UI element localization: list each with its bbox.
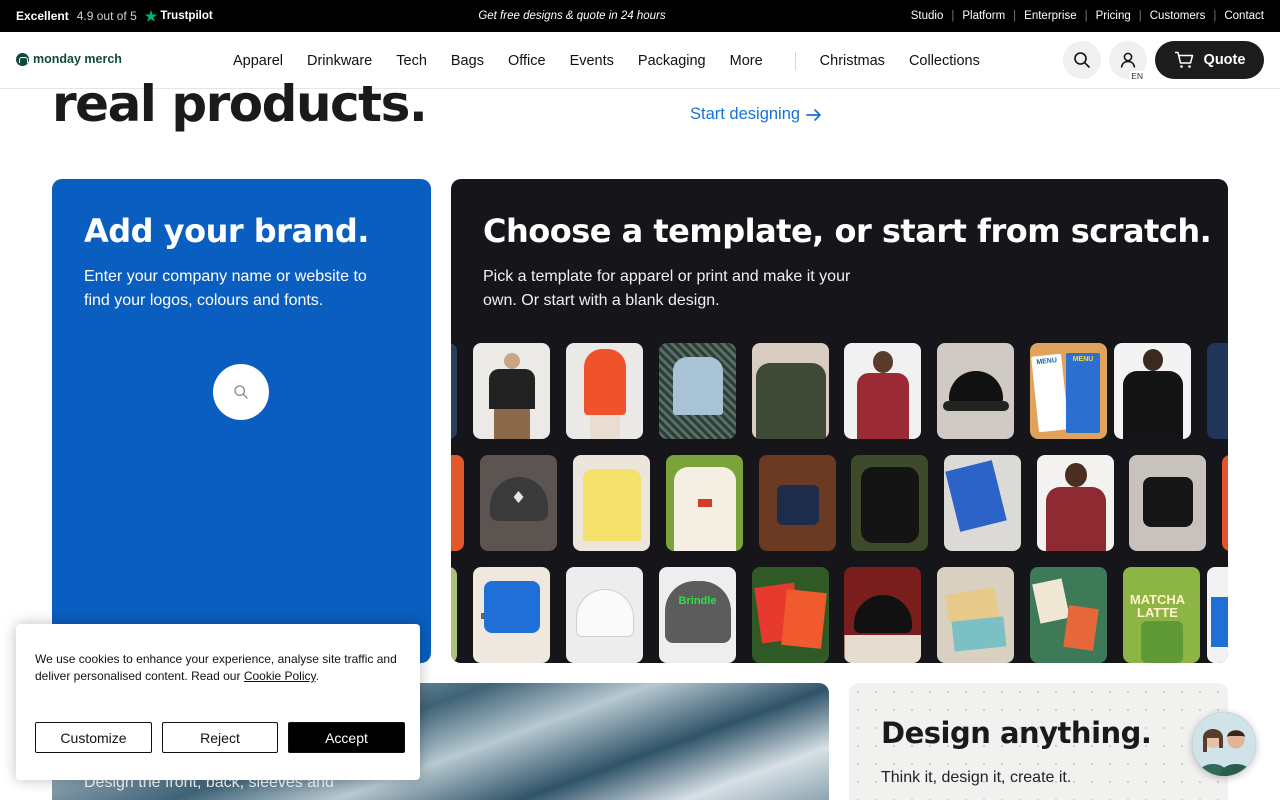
chat-support-button[interactable] xyxy=(1192,712,1256,776)
top-link-pricing[interactable]: Pricing xyxy=(1096,10,1131,22)
template-tile[interactable] xyxy=(1129,455,1206,551)
quote-button[interactable]: Quote xyxy=(1155,41,1264,79)
template-tile[interactable] xyxy=(451,343,457,439)
template-tile[interactable] xyxy=(659,343,736,439)
template-tile[interactable]: Brindle xyxy=(659,567,736,663)
brindle-print: Brindle xyxy=(678,595,717,607)
nav-item-tech[interactable]: Tech xyxy=(396,53,427,69)
add-brand-title: Add your brand. xyxy=(84,212,369,250)
template-tile[interactable] xyxy=(451,455,464,551)
template-text: Pick a template for apparel or print and… xyxy=(483,268,851,309)
logo[interactable]: monday merch xyxy=(16,52,122,66)
template-tile[interactable] xyxy=(666,455,743,551)
cookie-message-text: We use cookies to enhance your experienc… xyxy=(35,652,397,683)
hero-title: real products. xyxy=(52,75,428,133)
menu-print: MENU xyxy=(1036,357,1058,367)
cookie-policy-link[interactable]: Cookie Policy xyxy=(244,669,316,683)
template-tile[interactable] xyxy=(473,567,550,663)
search-button[interactable] xyxy=(1063,41,1101,79)
search-icon xyxy=(1074,52,1090,68)
language-badge[interactable]: EN xyxy=(1129,71,1145,81)
add-brand-text: Enter your company name or website to fi… xyxy=(84,268,367,309)
quote-label: Quote xyxy=(1203,52,1246,68)
cookie-reject-button[interactable]: Reject xyxy=(162,722,278,753)
nav-item-bags[interactable]: Bags xyxy=(451,53,484,69)
logo-mark-icon xyxy=(16,52,29,66)
template-tile[interactable] xyxy=(573,455,650,551)
nav-item-office[interactable]: Office xyxy=(508,53,546,69)
top-link-enterprise[interactable]: Enterprise xyxy=(1024,10,1076,22)
matcha-latte-print: MATCHA LATTE xyxy=(1129,592,1186,620)
template-tile[interactable] xyxy=(844,567,921,663)
arrow-right-icon xyxy=(806,108,821,121)
search-icon xyxy=(234,385,248,399)
support-agents-avatar-icon xyxy=(1192,712,1256,776)
account-button[interactable]: EN xyxy=(1109,41,1147,81)
start-designing-label: Start designing xyxy=(690,105,801,123)
template-tile[interactable] xyxy=(1030,567,1107,663)
cart-icon xyxy=(1174,51,1193,68)
nav-item-drinkware[interactable]: Drinkware xyxy=(307,53,372,69)
template-tile[interactable] xyxy=(851,455,928,551)
top-link-platform[interactable]: Platform xyxy=(962,10,1005,22)
template-tile[interactable] xyxy=(451,567,457,663)
top-link-contact[interactable]: Contact xyxy=(1224,10,1264,22)
announcement-bar: Excellent 4.9 out of 5 ★ Trustpilot Get … xyxy=(0,0,1280,32)
nav-divider xyxy=(794,51,796,70)
nav-item-packaging[interactable]: Packaging xyxy=(638,53,706,69)
nav-item-christmas[interactable]: Christmas xyxy=(820,53,885,69)
nav-item-collections[interactable]: Collections xyxy=(909,53,980,69)
start-designing-link[interactable]: Start designing xyxy=(690,105,822,124)
template-tile[interactable]: MENU MENU xyxy=(1030,343,1107,439)
template-title: Choose a template, or start from scratch… xyxy=(483,212,1212,250)
user-icon xyxy=(1120,52,1136,68)
template-tile[interactable] xyxy=(759,455,836,551)
template-tile[interactable] xyxy=(937,343,1014,439)
template-tile[interactable] xyxy=(473,343,550,439)
brand-search-button[interactable] xyxy=(213,364,269,420)
design-anything-text: Think it, design it, create it. xyxy=(881,769,1072,786)
nav-item-more[interactable]: More xyxy=(730,53,763,69)
template-card: Choose a template, or start from scratch… xyxy=(451,179,1228,663)
design-anything-title: Design anything. xyxy=(881,716,1152,750)
template-tile[interactable] xyxy=(1207,343,1228,439)
cookie-accept-button[interactable]: Accept xyxy=(288,722,405,753)
template-tile[interactable] xyxy=(844,343,921,439)
template-tile[interactable] xyxy=(1207,567,1228,663)
top-links: Studio | Platform | Enterprise | Pricing | C… xyxy=(910,10,1264,22)
add-brand-card: Add your brand. Enter your company name … xyxy=(52,179,431,663)
cookie-message: We use cookies to enhance your experienc… xyxy=(35,652,397,683)
template-tile[interactable] xyxy=(752,343,829,439)
template-tile[interactable]: MATCHA LATTE xyxy=(1123,567,1200,663)
top-link-customers[interactable]: Customers xyxy=(1150,10,1206,22)
template-tile[interactable] xyxy=(566,567,643,663)
menu-print: MENU xyxy=(1072,356,1094,363)
template-tile[interactable] xyxy=(1222,455,1228,551)
template-tile[interactable] xyxy=(1037,455,1114,551)
template-tile[interactable] xyxy=(480,455,557,551)
template-tile[interactable] xyxy=(752,567,829,663)
template-tile[interactable] xyxy=(566,343,643,439)
template-tile[interactable] xyxy=(944,455,1021,551)
nav-item-events[interactable]: Events xyxy=(570,53,614,69)
nav-item-apparel[interactable]: Apparel xyxy=(233,53,283,69)
template-tile[interactable] xyxy=(1114,343,1191,439)
cookie-customize-button[interactable]: Customize xyxy=(35,722,152,753)
top-link-studio[interactable]: Studio xyxy=(911,10,944,22)
cookie-banner: We use cookies to enhance your experienc… xyxy=(16,624,420,780)
logo-text: monday merch xyxy=(33,52,122,66)
design-anything-card: Design anything. Think it, design it, cr… xyxy=(849,683,1228,800)
template-tile[interactable] xyxy=(937,567,1014,663)
